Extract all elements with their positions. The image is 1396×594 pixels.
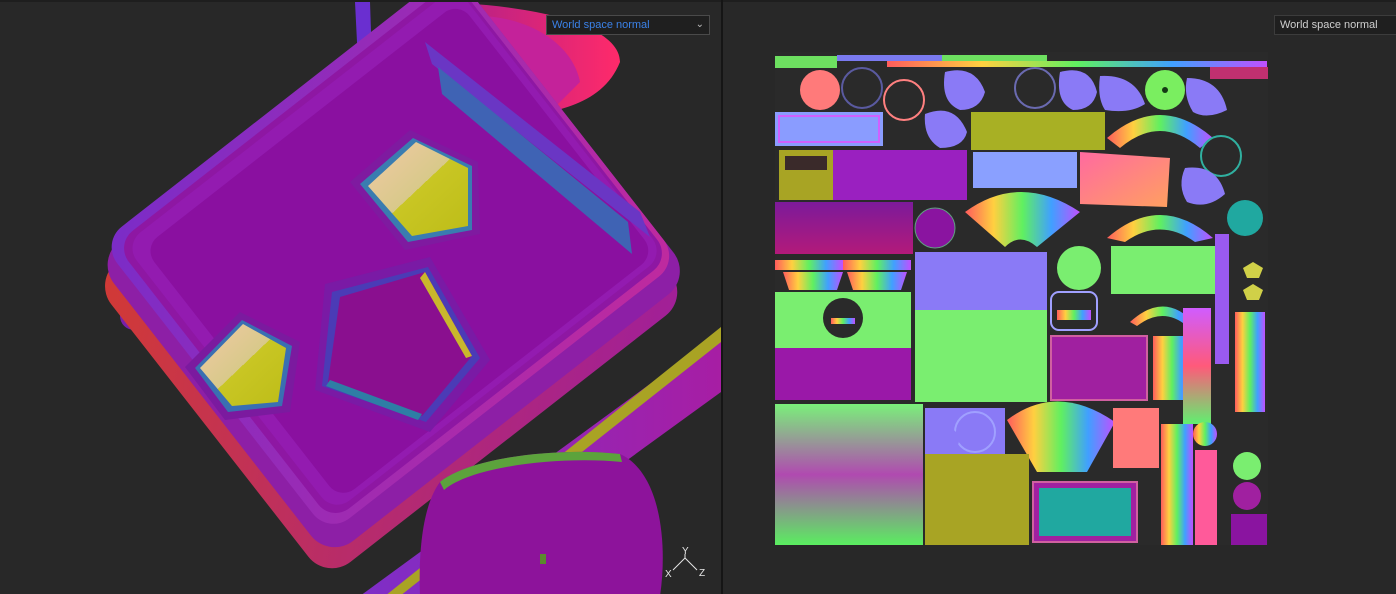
chevron-down-icon: ⌄ [695, 19, 704, 30]
axis-gizmo: Y X Z [665, 546, 705, 580]
mesh-render[interactable]: Y X Z [0, 2, 721, 594]
render-mode-select-2d[interactable]: World space normal [1274, 15, 1396, 35]
gizmo-x-label: X [665, 569, 672, 580]
gizmo-z-label: Z [699, 568, 705, 579]
render-mode-value-3d: World space normal [552, 19, 650, 31]
viewport-2d[interactable]: World space normal [723, 0, 1396, 594]
uv-texture-sheet[interactable] [775, 52, 1268, 545]
render-mode-select-3d[interactable]: World space normal ⌄ [546, 15, 710, 35]
viewport-3d[interactable]: Y X Z World space normal ⌄ [0, 0, 721, 594]
gizmo-y-label: Y [682, 546, 689, 557]
render-mode-value-2d: World space normal [1280, 19, 1378, 31]
